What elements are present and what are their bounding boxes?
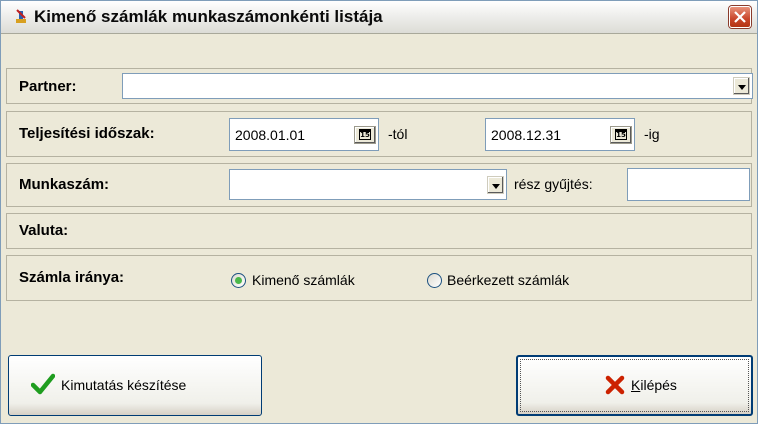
calendar-icon: 15 xyxy=(359,129,371,140)
job-number-dropdown-arrow[interactable] xyxy=(487,176,504,194)
radio-outgoing[interactable] xyxy=(231,273,246,288)
job-number-select[interactable] xyxy=(229,169,507,200)
close-button[interactable] xyxy=(729,6,751,28)
date-from-suffix: -tól xyxy=(388,126,408,142)
title-bar[interactable]: Kimenő számlák munkaszámonkénti listája xyxy=(1,1,757,34)
currency-label: Valuta: xyxy=(19,222,69,239)
partner-select[interactable] xyxy=(122,73,753,99)
window-title: Kimenő számlák munkaszámonkénti listája xyxy=(34,7,383,26)
partner-label: Partner: xyxy=(19,78,77,95)
partial-collect-label: rész gyűjtés: xyxy=(514,176,593,192)
report-dialog: Kimenő számlák munkaszámonkénti listája … xyxy=(0,0,758,424)
exit-label-rest: ilépés xyxy=(640,377,677,393)
exit-button[interactable]: Kilépés xyxy=(516,355,753,416)
app-icon xyxy=(16,9,26,23)
x-icon xyxy=(605,375,625,395)
partial-collect-input[interactable] xyxy=(627,168,750,201)
radio-incoming-label[interactable]: Beérkezett számlák xyxy=(447,272,569,288)
date-from-field[interactable]: 2008.01.01 15 xyxy=(229,118,379,151)
radio-incoming[interactable] xyxy=(427,273,442,288)
date-from-value: 2008.01.01 xyxy=(235,127,306,143)
date-to-value: 2008.12.31 xyxy=(491,127,562,143)
direction-label: Számla iránya: xyxy=(19,269,125,286)
close-icon xyxy=(734,11,746,23)
calendar-icon: 15 xyxy=(615,129,627,140)
job-number-label: Munkaszám: xyxy=(19,176,110,193)
date-to-calendar-button[interactable]: 15 xyxy=(610,126,632,144)
create-report-label: Kimutatás készítése xyxy=(61,377,187,393)
period-label: Teljesítési időszak: xyxy=(19,125,155,142)
exit-label: Kilépés xyxy=(631,377,677,393)
radio-outgoing-label[interactable]: Kimenő számlák xyxy=(252,272,355,288)
date-from-calendar-button[interactable]: 15 xyxy=(354,126,376,144)
date-to-suffix: -ig xyxy=(644,126,660,142)
create-report-button[interactable]: Kimutatás készítése xyxy=(8,355,262,416)
date-to-field[interactable]: 2008.12.31 15 xyxy=(485,118,635,151)
partner-dropdown-arrow[interactable] xyxy=(733,77,750,95)
exit-label-mnemonic: K xyxy=(631,377,641,393)
checkmark-icon xyxy=(31,373,55,395)
currency-row xyxy=(6,213,752,249)
